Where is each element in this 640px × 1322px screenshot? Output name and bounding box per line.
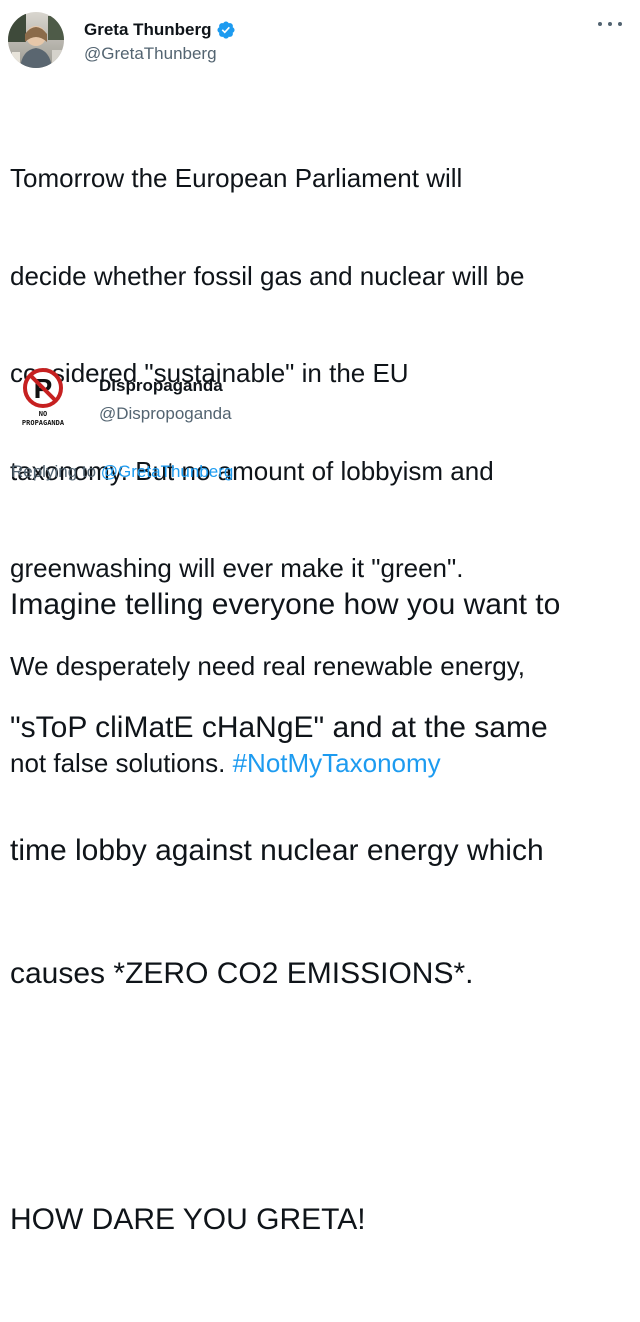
replying-to-handle-link[interactable]: @GretaThunberg <box>101 462 234 481</box>
reply-text-line: time lobby against nuclear energy which <box>10 834 544 867</box>
tweet-text-line: decide whether fossil gas and nuclear wi… <box>10 260 525 291</box>
verified-badge-icon <box>216 20 236 40</box>
reply-text-line: causes *ZERO CO2 EMISSIONS*. <box>10 957 474 990</box>
avatar-photo-icon <box>8 12 64 68</box>
reply-text-line <box>10 1076 635 1117</box>
reply-text-line: Imagine telling everyone how you want to <box>10 588 561 621</box>
reply-text-line: "sToP cliMatE cHaNgE" and at the same <box>10 711 548 744</box>
more-dot <box>618 22 622 26</box>
author-handle[interactable]: @GretaThunberg <box>84 44 217 64</box>
reply-author-name[interactable]: Dispropaganda <box>99 376 223 396</box>
reply-text: Imagine telling everyone how you want to… <box>10 502 635 1322</box>
replying-to-prefix: Replying to <box>11 462 101 481</box>
avatar[interactable] <box>8 12 64 68</box>
tweet-text-line: Tomorrow the European Parliament will <box>10 163 463 193</box>
reply-avatar[interactable]: P NO PROPAGANDA <box>14 366 72 427</box>
no-symbol-icon: P NO PROPAGANDA <box>22 368 65 427</box>
avatar-caption-bottom: PROPAGANDA <box>22 419 65 427</box>
author-name-text[interactable]: Greta Thunberg <box>84 20 212 40</box>
avatar-caption-top: NO <box>39 410 47 418</box>
more-dot <box>598 22 602 26</box>
reply-author-name-text[interactable]: Dispropaganda <box>99 376 223 396</box>
replying-to: Replying to @GretaThunberg <box>11 462 233 482</box>
more-options-button[interactable] <box>598 18 622 30</box>
more-dot <box>608 22 612 26</box>
reply-author-handle[interactable]: @Dispropoganda <box>99 404 232 424</box>
reply-text-line: HOW DARE YOU GRETA! <box>10 1203 366 1236</box>
author-name[interactable]: Greta Thunberg <box>84 20 236 40</box>
